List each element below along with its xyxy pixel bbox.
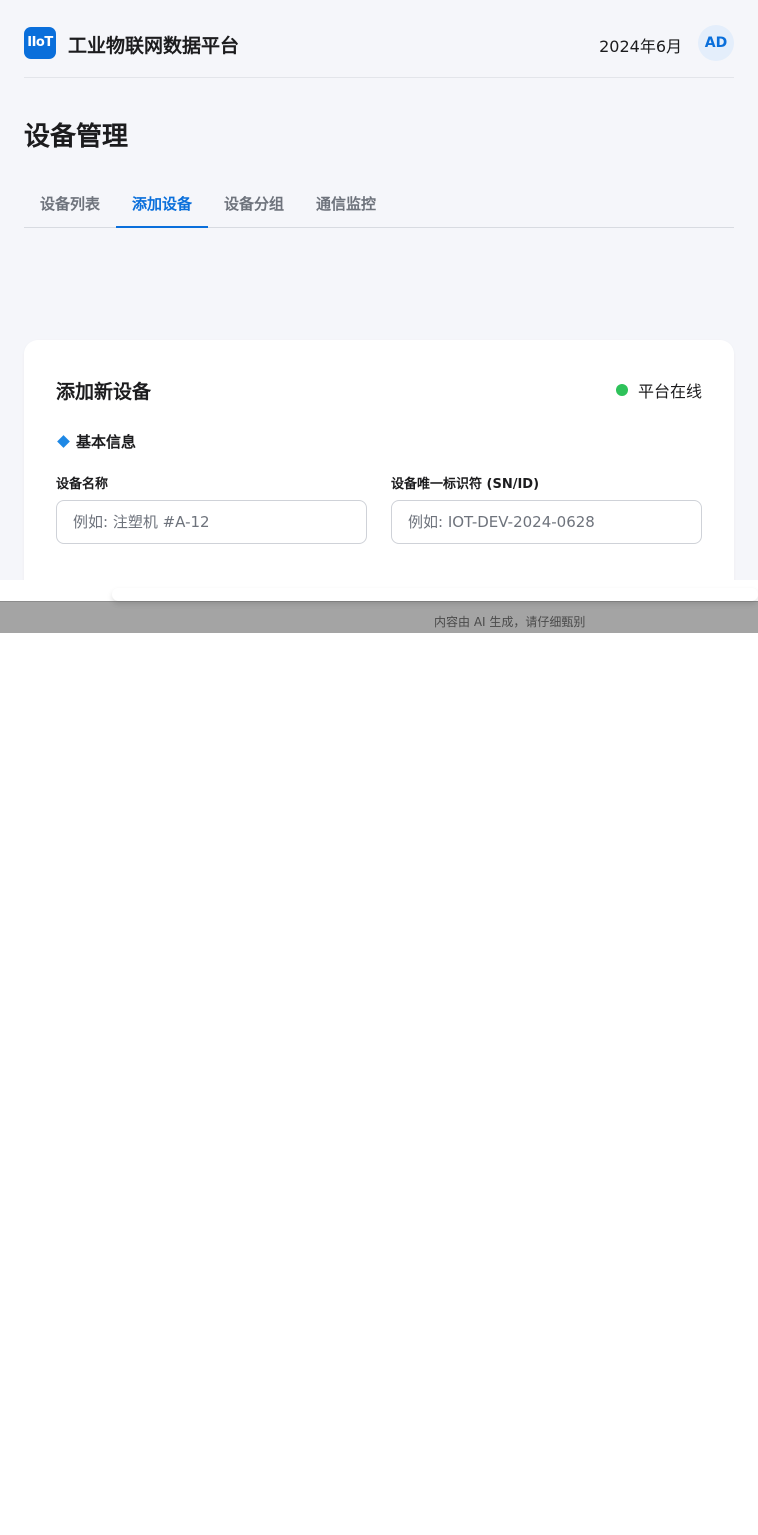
tab-communication-monitor[interactable]: 通信监控 <box>300 184 392 227</box>
device-name-label: 设备名称 <box>56 477 109 492</box>
add-device-card: 添加新设备 平台在线 基本信息 设备名称 设备唯一标识符 (SN/ID) <box>24 340 734 580</box>
status-label: 平台在线 <box>637 382 702 401</box>
app-title: 工业物联网数据平台 <box>68 35 240 57</box>
tab-bar: 设备列表 添加设备 设备分组 通信监控 <box>24 184 734 228</box>
card-title: 添加新设备 <box>56 381 152 403</box>
page-title: 设备管理 <box>24 122 129 152</box>
section-title-label: 基本信息 <box>76 433 137 451</box>
logo-icon: IIoT <box>24 27 56 59</box>
tab-device-groups[interactable]: 设备分组 <box>208 184 300 227</box>
current-date: 2024年6月 <box>599 37 682 56</box>
device-id-input[interactable] <box>391 500 702 544</box>
blue-diamond-icon <box>57 435 70 448</box>
header: IIoT 工业物联网数据平台 2024年6月 AD <box>24 0 734 78</box>
device-id-label: 设备唯一标识符 (SN/ID) <box>391 477 540 492</box>
user-avatar[interactable]: AD <box>698 25 734 61</box>
ai-generated-notice: 内容由 AI 生成，请仔细甄别 <box>434 615 586 629</box>
platform-status: 平台在线 <box>615 378 702 402</box>
ai-notice-overlay: 内容由 AI 生成，请仔细甄别 <box>0 580 758 633</box>
device-name-input[interactable] <box>56 500 367 544</box>
overlay-bar-inner <box>112 588 758 601</box>
tab-add-device[interactable]: 添加设备 <box>116 184 208 228</box>
online-status-dot-icon <box>615 384 628 396</box>
section-basic-info: 基本信息 <box>56 431 136 452</box>
app-window: IIoT 工业物联网数据平台 2024年6月 AD 设备管理 设备列表 添加设备… <box>0 0 758 580</box>
overlay-bar <box>0 580 758 602</box>
tab-device-list[interactable]: 设备列表 <box>24 184 116 227</box>
